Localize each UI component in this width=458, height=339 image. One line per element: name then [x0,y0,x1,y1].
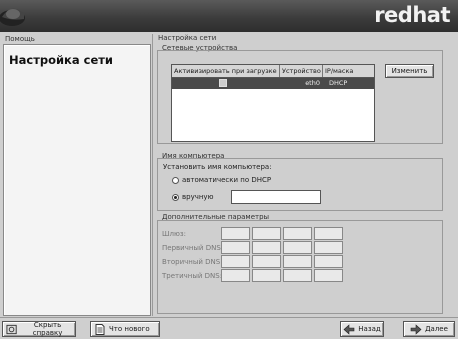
secondary-dns-octet-2[interactable] [252,255,281,268]
gateway-label: Шлюз: [162,230,186,238]
primary-dns-label: Первичный DNS: [162,244,224,252]
activate-cell[interactable] [172,78,280,89]
pane-divider[interactable] [152,34,153,316]
gateway-octet-2[interactable] [252,227,281,240]
device-cell: eth0 [305,79,320,87]
whats-new-label: Что нового [109,325,150,333]
column-header-device[interactable]: Устройство [280,65,323,77]
table-header: Активизировать при загрузке Устройство I… [172,65,374,78]
manual-option-label[interactable]: вручную [182,193,213,201]
next-button[interactable]: Далее [403,321,455,337]
secondary-dns-octet-1[interactable] [221,255,250,268]
primary-dns-octet-3[interactable] [283,241,312,254]
footer-divider [0,317,458,318]
help-pane-label: Помощь [5,35,35,43]
gateway-octet-1[interactable] [221,227,250,240]
hide-help-label: Скрыть справку [32,321,63,337]
manual-radio[interactable] [172,194,179,201]
primary-dns-octet-1[interactable] [221,241,250,254]
ip-cell: DHCP [329,79,348,87]
arrow-right-icon [410,323,422,335]
devices-table[interactable]: Активизировать при загрузке Устройство I… [171,64,375,142]
tertiary-dns-octet-2[interactable] [252,269,281,282]
secondary-dns-octet-3[interactable] [283,255,312,268]
edit-device-button[interactable]: Изменить [385,64,434,78]
hide-help-button[interactable]: Скрыть справку [2,321,76,337]
arrow-left-icon [343,323,355,335]
redhat-shadowman-icon [0,8,25,26]
page-title: Настройка сети [158,34,217,42]
hostname-input[interactable] [231,190,321,204]
tertiary-dns-octet-4[interactable] [314,269,343,282]
table-row[interactable]: eth0 DHCP [172,78,374,89]
secondary-dns-label: Вторичный DNS: [162,258,223,266]
back-button[interactable]: Назад [340,321,384,337]
dhcp-option-label[interactable]: автоматически по DHCP [182,176,271,184]
activate-checkbox[interactable] [219,79,227,87]
primary-dns-octet-2[interactable] [252,241,281,254]
help-book-icon [6,324,17,334]
secondary-dns-octet-4[interactable] [314,255,343,268]
back-label: Назад [358,325,381,333]
gateway-octet-4[interactable] [314,227,343,240]
whats-new-button[interactable]: Что нового [90,321,160,337]
redhat-logo: redhat [374,3,450,27]
column-header-activate[interactable]: Активизировать при загрузке [172,65,280,77]
help-pane: Настройка сети [3,44,151,316]
gateway-octet-3[interactable] [283,227,312,240]
help-heading: Настройка сети [9,53,113,67]
primary-dns-octet-4[interactable] [314,241,343,254]
column-header-ip[interactable]: IP/маска [323,65,374,77]
tertiary-dns-label: Третичный DNS: [162,272,223,280]
set-hostname-label: Установить имя компьютера: [163,163,272,171]
tertiary-dns-octet-1[interactable] [221,269,250,282]
top-banner: redhat [0,0,458,32]
next-label: Далее [425,325,448,333]
dhcp-radio[interactable] [172,177,179,184]
document-icon [95,323,105,335]
tertiary-dns-octet-3[interactable] [283,269,312,282]
